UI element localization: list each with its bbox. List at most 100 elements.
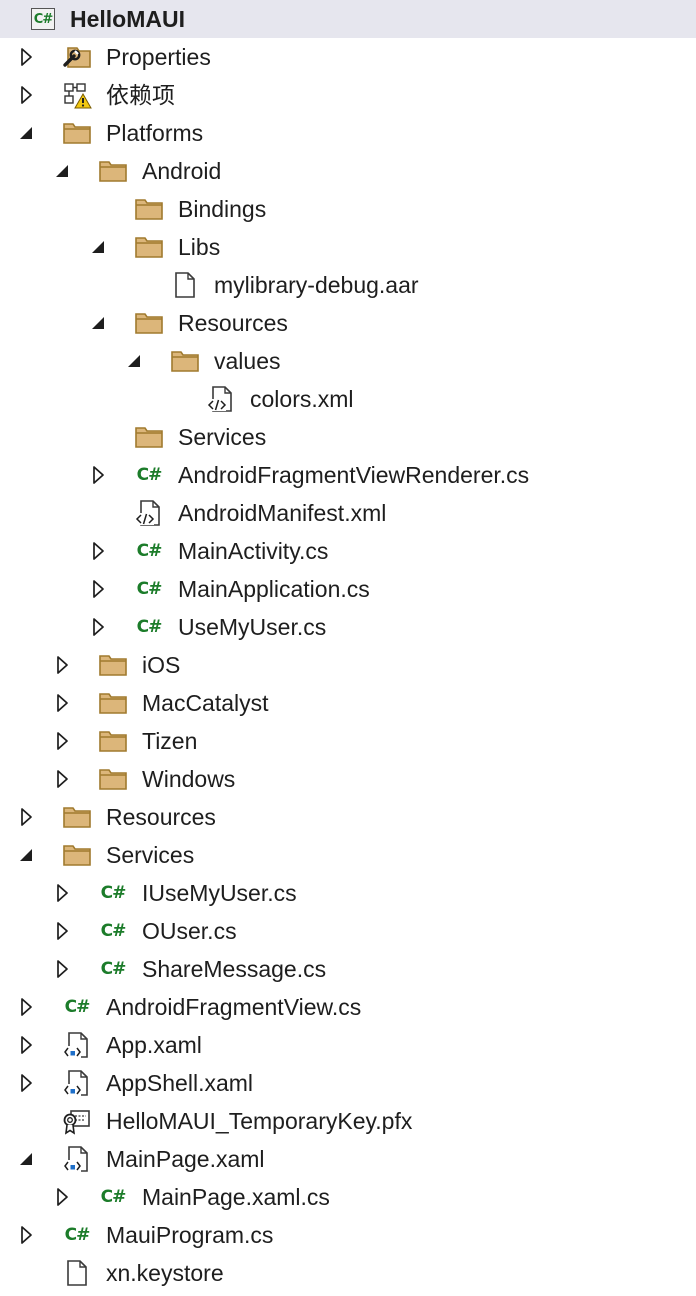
expand-arrow-icon[interactable]: [52, 874, 72, 912]
tree-item[interactable]: HelloMAUI_TemporaryKey.pfx: [0, 1102, 696, 1140]
expand-arrow-icon[interactable]: [88, 532, 108, 570]
xml-file-icon: [206, 385, 236, 413]
collapse-arrow-icon[interactable]: [124, 342, 144, 380]
tree-item-label: xn.keystore: [106, 1260, 224, 1286]
expand-arrow-icon[interactable]: [16, 988, 36, 1026]
tree-item-label: mylibrary-debug.aar: [214, 272, 419, 298]
tree-root-project[interactable]: C# HelloMAUI: [0, 0, 696, 38]
tree-item-label: HelloMAUI_TemporaryKey.pfx: [106, 1108, 413, 1134]
tree-item[interactable]: Properties: [0, 38, 696, 76]
tree-item-label: Android: [142, 158, 222, 184]
collapse-arrow-icon[interactable]: [16, 114, 36, 152]
folder-icon: [134, 423, 164, 451]
tree-item[interactable]: iOS: [0, 646, 696, 684]
xaml-file-icon: [62, 1069, 92, 1097]
tree-item-label: Properties: [106, 44, 211, 70]
xaml-file-icon: [62, 1145, 92, 1173]
tree-item[interactable]: C# ShareMessage.cs: [0, 950, 696, 988]
tree-item-label: MainActivity.cs: [178, 538, 329, 564]
tree-item[interactable]: AppShell.xaml: [0, 1064, 696, 1102]
tree-item[interactable]: Bindings: [0, 190, 696, 228]
tree-item[interactable]: Services: [0, 418, 696, 456]
tree-item[interactable]: C# MauiProgram.cs: [0, 1216, 696, 1254]
tree-item[interactable]: Windows: [0, 760, 696, 798]
folder-icon: [134, 233, 164, 261]
dependencies-warning-icon: [62, 81, 92, 109]
expand-arrow-icon[interactable]: [88, 608, 108, 646]
tree-item[interactable]: Services: [0, 836, 696, 874]
expand-arrow-icon[interactable]: [52, 1178, 72, 1216]
tree-item-label: Resources: [178, 310, 288, 336]
certificate-icon: [62, 1107, 92, 1135]
tree-item-label: MainApplication.cs: [178, 576, 370, 602]
collapse-arrow-icon[interactable]: [88, 228, 108, 266]
collapse-arrow-icon[interactable]: [52, 152, 72, 190]
tree-item[interactable]: Platforms: [0, 114, 696, 152]
csharp-file-icon: C#: [100, 883, 127, 903]
tree-item[interactable]: values: [0, 342, 696, 380]
tree-item-label: MainPage.xaml.cs: [142, 1184, 330, 1210]
folder-icon: [98, 765, 128, 793]
file-icon: [62, 1259, 92, 1287]
expand-arrow-icon[interactable]: [52, 684, 72, 722]
tree-item-label: Services: [106, 842, 195, 868]
tree-item[interactable]: C# IUseMyUser.cs: [0, 874, 696, 912]
tree-item[interactable]: C# MainActivity.cs: [0, 532, 696, 570]
folder-icon: [134, 309, 164, 337]
expand-arrow-icon[interactable]: [16, 76, 36, 114]
tree-item-label: IUseMyUser.cs: [142, 880, 297, 906]
collapse-arrow-icon[interactable]: [16, 1140, 36, 1178]
csharp-project-icon: C#: [28, 5, 58, 33]
tree-item-label: values: [214, 348, 281, 374]
expand-arrow-icon[interactable]: [52, 722, 72, 760]
folder-icon: [134, 195, 164, 223]
tree-item[interactable]: Tizen: [0, 722, 696, 760]
file-icon: [170, 271, 200, 299]
tree-item[interactable]: Android: [0, 152, 696, 190]
tree-item[interactable]: C# AndroidFragmentView.cs: [0, 988, 696, 1026]
tree-item[interactable]: Resources: [0, 798, 696, 836]
expand-arrow-icon[interactable]: [16, 1216, 36, 1254]
tree-item[interactable]: MacCatalyst: [0, 684, 696, 722]
expand-arrow-icon[interactable]: [52, 912, 72, 950]
tree-item[interactable]: App.xaml: [0, 1026, 696, 1064]
folder-icon: [98, 157, 128, 185]
expand-arrow-icon[interactable]: [16, 798, 36, 836]
expand-arrow-icon[interactable]: [88, 570, 108, 608]
tree-item[interactable]: MainPage.xaml: [0, 1140, 696, 1178]
expand-arrow-icon[interactable]: [88, 456, 108, 494]
tree-item[interactable]: colors.xml: [0, 380, 696, 418]
tree-item-label: 依赖项: [106, 82, 175, 108]
tree-item[interactable]: Libs: [0, 228, 696, 266]
tree-item[interactable]: AndroidManifest.xml: [0, 494, 696, 532]
tree-item-label: colors.xml: [250, 386, 354, 412]
tree-item[interactable]: C# MainApplication.cs: [0, 570, 696, 608]
csharp-file-icon: C#: [100, 1187, 127, 1207]
tree-item-label: HelloMAUI: [70, 6, 185, 32]
properties-folder-icon: [62, 43, 92, 71]
collapse-arrow-icon[interactable]: [16, 836, 36, 874]
tree-item-label: Services: [178, 424, 267, 450]
tree-item-label: Platforms: [106, 120, 204, 146]
tree-item-label: ShareMessage.cs: [142, 956, 327, 982]
expand-arrow-icon[interactable]: [16, 38, 36, 76]
expand-arrow-icon[interactable]: [16, 1064, 36, 1102]
collapse-arrow-icon[interactable]: [88, 304, 108, 342]
expand-arrow-icon[interactable]: [52, 646, 72, 684]
tree-item[interactable]: 依赖项: [0, 76, 696, 114]
expand-arrow-icon[interactable]: [52, 950, 72, 988]
expand-arrow-icon[interactable]: [52, 760, 72, 798]
expand-arrow-icon[interactable]: [16, 1026, 36, 1064]
tree-item[interactable]: mylibrary-debug.aar: [0, 266, 696, 304]
tree-item-label: Libs: [178, 234, 221, 260]
tree-item-label: AppShell.xaml: [106, 1070, 254, 1096]
solution-explorer-tree: C# HelloMAUI Properties 依赖项 Platforms And…: [0, 0, 696, 1296]
tree-item[interactable]: C# AndroidFragmentViewRenderer.cs: [0, 456, 696, 494]
tree-item[interactable]: C# MainPage.xaml.cs: [0, 1178, 696, 1216]
tree-item[interactable]: C# OUser.cs: [0, 912, 696, 950]
csharp-file-icon: C#: [100, 959, 127, 979]
tree-item[interactable]: C# UseMyUser.cs: [0, 608, 696, 646]
tree-item-label: MacCatalyst: [142, 690, 269, 716]
tree-item[interactable]: xn.keystore: [0, 1254, 696, 1292]
tree-item[interactable]: Resources: [0, 304, 696, 342]
